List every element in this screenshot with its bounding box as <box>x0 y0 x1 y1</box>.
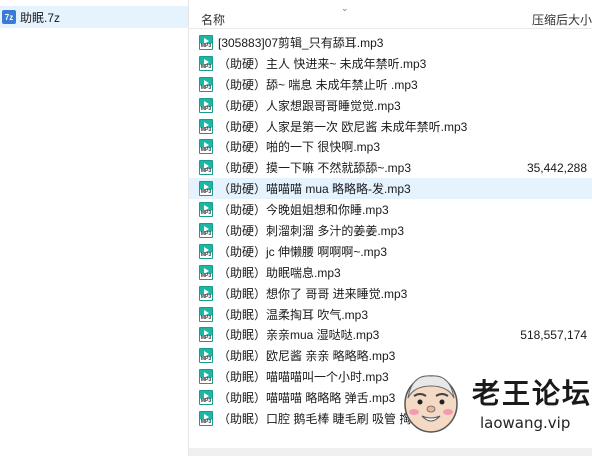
file-name: （助硬）主人 快进来~ 未成年禁听.mp3 <box>218 56 427 71</box>
mascot-face-icon <box>404 375 458 433</box>
file-row[interactable]: （助硬）啪的一下 很快啊.mp3 <box>189 136 592 157</box>
mp3-file-icon <box>199 285 213 301</box>
file-name: （助眠）想你了 哥哥 进来睡觉.mp3 <box>218 286 408 301</box>
chevron-down-icon: ⌄ <box>341 3 349 13</box>
mp3-file-icon <box>199 348 213 364</box>
file-compressed-size: 518,557,174 <box>520 327 587 342</box>
mp3-file-icon <box>199 202 213 218</box>
watermark-url: laowang.vip <box>480 414 571 432</box>
mp3-file-icon <box>199 243 213 259</box>
file-name: （助硬）人家想跟哥哥睡觉觉.mp3 <box>218 98 401 113</box>
mp3-file-icon <box>199 181 213 197</box>
file-row[interactable]: （助硬）今晚姐姐想和你睡.mp3 <box>189 199 592 220</box>
file-name: （助硬）jc 伸懒腰 啊啊啊~.mp3 <box>218 244 388 259</box>
file-row[interactable]: （助硬）刺溜刺溜 多汁的姜姜.mp3 <box>189 220 592 241</box>
column-header-row: 名称 ⌄ 压缩后大小 <box>189 0 592 29</box>
mp3-file-icon <box>199 411 213 427</box>
file-compressed-size: 35,442,288 <box>526 160 587 175</box>
tree-item-label: 助眠.7z <box>20 10 61 25</box>
file-row[interactable]: （助硬）舔~ 喘息 未成年禁止听 .mp3 <box>189 74 592 95</box>
file-name: （助眠）喵喵喵叫一个小时.mp3 <box>218 370 389 385</box>
mp3-file-icon <box>199 35 213 50</box>
tree-item-archive[interactable]: 7z 助眠.7z <box>0 6 188 28</box>
file-row[interactable]: （助眠）欧尼酱 亲亲 略略略.mp3 <box>189 345 592 366</box>
file-row[interactable]: （助硬）主人 快进来~ 未成年禁听.mp3 <box>189 53 592 74</box>
mp3-file-icon <box>199 264 213 280</box>
mp3-file-icon <box>199 118 213 134</box>
file-row[interactable]: （助硬）jc 伸懒腰 啊啊啊~.mp3 <box>189 241 592 262</box>
file-name: （助硬）人家是第一次 欧尼酱 未成年禁听.mp3 <box>218 119 468 134</box>
file-row[interactable]: （助眠）温柔掏耳 吹气.mp3 <box>189 304 592 325</box>
file-name: （助硬）喵喵喵 mua 略略略-发.mp3 <box>218 182 411 197</box>
file-name: （助硬）啪的一下 很快啊.mp3 <box>218 140 381 155</box>
horizontal-scrollbar[interactable] <box>189 448 592 456</box>
mp3-file-icon <box>199 327 213 343</box>
mp3-file-icon <box>199 390 213 406</box>
watermark-title: 老王论坛 <box>472 377 592 410</box>
file-row[interactable]: （助硬）摸一下嘛 不然就舔舔~.mp3 35,442,288 <box>189 157 592 178</box>
mp3-file-icon <box>199 139 213 155</box>
archive-7z-icon: 7z <box>2 10 16 24</box>
watermark: 老王论坛 laowang.vip <box>398 368 592 440</box>
file-name: （助眠）喵喵喵 略略略 弹舌.mp3 <box>218 391 396 406</box>
mp3-file-icon <box>199 55 213 71</box>
file-name: （助眠）亲亲mua 湿哒哒.mp3 <box>218 328 380 343</box>
file-name: （助眠）助眠喘息.mp3 <box>218 265 341 280</box>
file-row[interactable]: （助硬）喵喵喵 mua 略略略-发.mp3 <box>189 178 592 200</box>
column-header-name[interactable]: 名称 <box>201 11 225 28</box>
file-row[interactable]: （助硬）人家是第一次 欧尼酱 未成年禁听.mp3 <box>189 116 592 137</box>
mp3-file-icon <box>199 160 213 176</box>
mp3-file-icon <box>199 306 213 322</box>
file-name: [305883]07剪辑_只有舔耳.mp3 <box>218 35 384 50</box>
mp3-file-icon <box>199 97 213 113</box>
file-name: （助硬）摸一下嘛 不然就舔舔~.mp3 <box>218 161 412 176</box>
file-name: （助硬）今晚姐姐想和你睡.mp3 <box>218 203 389 218</box>
file-row[interactable]: （助眠）亲亲mua 湿哒哒.mp3 518,557,174 <box>189 324 592 345</box>
column-header-compressed-size[interactable]: 压缩后大小 <box>532 11 592 28</box>
file-row[interactable]: [305883]07剪辑_只有舔耳.mp3 <box>189 32 592 53</box>
file-name: （助硬）舔~ 喘息 未成年禁止听 .mp3 <box>218 77 418 92</box>
mp3-file-icon <box>199 76 213 92</box>
file-name: （助眠）欧尼酱 亲亲 略略略.mp3 <box>218 349 396 364</box>
mp3-file-icon <box>199 369 213 385</box>
navigation-pane: 7z 助眠.7z <box>0 0 189 456</box>
mp3-file-icon <box>199 223 213 239</box>
file-row[interactable]: （助硬）人家想跟哥哥睡觉觉.mp3 <box>189 95 592 116</box>
file-row[interactable]: （助眠）想你了 哥哥 进来睡觉.mp3 <box>189 283 592 304</box>
file-row[interactable]: （助眠）助眠喘息.mp3 <box>189 262 592 283</box>
file-name: （助硬）刺溜刺溜 多汁的姜姜.mp3 <box>218 223 405 238</box>
file-name: （助眠）温柔掏耳 吹气.mp3 <box>218 307 369 322</box>
